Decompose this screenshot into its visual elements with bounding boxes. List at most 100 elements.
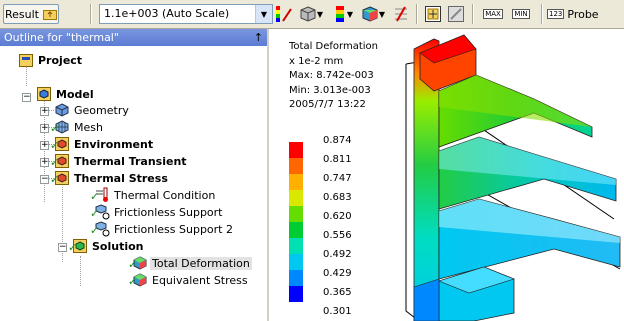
check-icon: ✓ <box>50 156 60 169</box>
legend-value: 0.301 <box>323 306 352 317</box>
max-label-button[interactable]: MAX <box>480 4 506 24</box>
tree-item-mesh[interactable]: ✓ Mesh <box>50 119 105 135</box>
tree-item-solution[interactable]: ✓ Solution <box>68 238 146 254</box>
tree-item-project[interactable]: Project <box>18 52 84 68</box>
expand-icon[interactable]: + <box>40 107 49 116</box>
check-icon: ✓ <box>128 275 138 288</box>
folder-up-icon <box>43 8 57 20</box>
check-icon: ✓ <box>90 207 100 220</box>
solution-icon: ✓ <box>68 238 88 254</box>
max-label: MAX <box>483 9 503 19</box>
max-min-probe-icon[interactable] <box>423 4 443 24</box>
colored-cube-icon <box>362 6 378 22</box>
tree-item-frictionless-support-2[interactable]: ✓ Frictionless Support 2 <box>90 221 235 237</box>
collapse-icon[interactable]: − <box>40 175 49 184</box>
chevron-down-icon: ▼ <box>316 9 324 19</box>
legend-swatch <box>289 286 303 302</box>
legend-value: 0.429 <box>323 268 352 279</box>
legend-swatch <box>289 238 303 254</box>
contour-color-icon[interactable] <box>274 4 294 24</box>
toolbar: Result 1.1e+003 (Auto Scale) ▼ ▼ ▼ ▼ MAX… <box>0 0 624 29</box>
collapse-icon[interactable]: − <box>58 243 67 252</box>
tree-item-total-deformation[interactable]: ✓ Total Deformation <box>128 255 252 271</box>
geometry-icon <box>54 102 70 118</box>
tree-item-label: Model <box>56 87 94 101</box>
legend-value: 0.874 <box>323 135 352 146</box>
check-icon: ✓ <box>50 122 60 135</box>
chevron-down-icon: ▼ <box>346 9 354 19</box>
outline-header: Outline for "thermal" ↑ <box>0 29 267 46</box>
check-icon: ✓ <box>68 241 78 254</box>
min-label-button[interactable]: MIN <box>508 4 534 24</box>
tree-item-frictionless-support[interactable]: ✓ Frictionless Support <box>90 204 225 220</box>
cube-outline-icon <box>300 6 316 22</box>
tree-item-equivalent-stress[interactable]: ✓ Equivalent Stress <box>128 272 250 288</box>
legend-swatch <box>289 254 303 270</box>
display-style-button[interactable]: ▼ <box>296 4 326 24</box>
analysis-icon: ✓ <box>50 170 70 186</box>
check-icon: ✓ <box>128 258 138 271</box>
separator <box>416 4 418 24</box>
result-date: 2005/7/7 13:22 <box>289 99 366 110</box>
probe-button[interactable]: 123 Probe <box>547 4 621 24</box>
legend-swatch <box>289 206 303 222</box>
legend-value: 0.747 <box>323 173 352 184</box>
separator <box>90 4 92 24</box>
tree-item-label: Geometry <box>74 103 129 117</box>
legend-swatch <box>289 158 303 174</box>
support-icon: ✓ <box>90 221 110 237</box>
separator <box>472 4 474 24</box>
tree-line <box>26 66 27 86</box>
legend-value: 0.365 <box>323 287 352 298</box>
probe-label: Probe <box>567 7 599 21</box>
edges-button[interactable]: ▼ <box>358 4 388 24</box>
mesh-icon: ✓ <box>50 119 70 135</box>
support-icon: ✓ <box>90 204 110 220</box>
scale-select[interactable]: 1.1e+003 (Auto Scale) ▼ <box>99 4 273 24</box>
result-max: Max: 8.742e-003 <box>289 70 374 81</box>
legend-button[interactable]: ▼ <box>330 4 356 24</box>
tree-item-label: Frictionless Support <box>114 205 223 219</box>
chevron-down-icon: ▼ <box>255 5 272 23</box>
tree-item-label: Mesh <box>74 120 103 134</box>
deformation-toggle-icon[interactable] <box>446 4 466 24</box>
collapse-icon[interactable]: − <box>22 93 31 102</box>
legend-value: 0.556 <box>323 230 352 241</box>
tree-item-label: Thermal Condition <box>114 188 216 202</box>
thermometer-icon: ✓ <box>90 187 110 203</box>
tree-item-geometry[interactable]: Geometry <box>54 102 131 118</box>
tree-item-label: Solution <box>92 239 144 253</box>
vector-icon[interactable] <box>391 4 411 24</box>
environment-icon: ✓ <box>50 136 70 152</box>
expand-icon[interactable]: + <box>40 124 49 133</box>
tree-item-thermal-condition[interactable]: ✓ Thermal Condition <box>90 187 217 203</box>
tree-item-label: Thermal Transient <box>74 154 187 168</box>
project-icon <box>18 52 34 68</box>
min-label: MIN <box>512 9 530 19</box>
result-units: x 1e-2 mm <box>289 55 344 67</box>
result-button[interactable]: Result <box>3 4 59 24</box>
result-info: Total Deformation x 1e-2 mm Max: 8.742e-… <box>289 40 378 113</box>
outline-panel: Outline for "thermal" ↑ Project − Model <box>0 29 269 321</box>
tree-item-label: Equivalent Stress <box>152 273 248 287</box>
check-icon: ✓ <box>50 173 60 186</box>
graphics-viewport[interactable]: Total Deformation x 1e-2 mm Max: 8.742e-… <box>269 29 624 321</box>
legend-swatch <box>289 142 303 158</box>
result-title: Total Deformation <box>289 41 378 52</box>
tree-item-environment[interactable]: ✓ Environment <box>50 136 155 152</box>
separator <box>541 4 543 24</box>
outline-title: Outline for "thermal" <box>4 31 119 44</box>
tree-item-thermal-transient[interactable]: ✓ Thermal Transient <box>50 153 189 169</box>
probe-icon: 123 <box>547 9 565 19</box>
expand-icon[interactable]: + <box>40 141 49 150</box>
check-icon: ✓ <box>90 224 100 237</box>
legend-icon <box>335 6 344 22</box>
chevron-down-icon: ▼ <box>378 9 386 19</box>
legend-swatch <box>289 222 303 238</box>
result-icon: ✓ <box>128 272 148 288</box>
expand-icon[interactable]: + <box>40 158 49 167</box>
tree-item-model[interactable]: Model <box>36 86 96 102</box>
pin-icon[interactable]: ↑ <box>254 29 263 46</box>
result-label: Result <box>5 7 39 21</box>
tree-item-thermal-stress[interactable]: ✓ Thermal Stress <box>50 170 170 186</box>
